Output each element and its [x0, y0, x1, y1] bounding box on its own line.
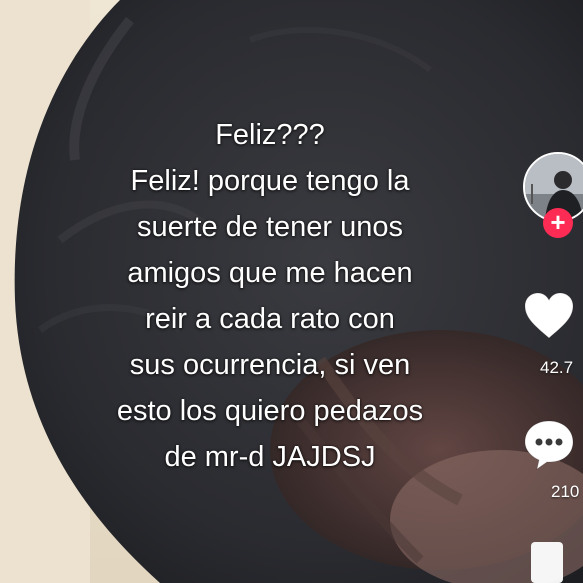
- speech-bubble-icon: [524, 420, 574, 470]
- heart-icon: [524, 292, 574, 339]
- like-count: 42.7: [540, 358, 574, 377]
- caption-line: Feliz! porque tengo la: [130, 165, 410, 197]
- share-icon: [531, 542, 563, 583]
- caption-line: sus ocurrencia, si ven: [129, 349, 411, 381]
- comment-count: 210: [551, 482, 580, 501]
- follow-button[interactable]: +: [543, 208, 573, 238]
- caption-line: suerte de tener unos: [136, 211, 403, 243]
- action-rail: + 42.7 210: [513, 0, 583, 583]
- caption-line: de mr-d JAJDSJ: [164, 441, 376, 473]
- caption-line: reir a cada rato con: [145, 303, 395, 335]
- caption-line: amigos que me hacen: [127, 257, 413, 289]
- video-caption: Feliz??? Feliz! porque tengo la suerte d…: [60, 112, 480, 480]
- caption-line: esto los quiero pedazos: [116, 395, 424, 427]
- caption-line: Feliz???: [215, 119, 325, 151]
- creator-profile[interactable]: +: [523, 152, 583, 252]
- plus-icon: +: [550, 207, 566, 237]
- comment-button[interactable]: [523, 418, 583, 470]
- like-button[interactable]: [523, 292, 583, 340]
- share-button[interactable]: [523, 540, 583, 583]
